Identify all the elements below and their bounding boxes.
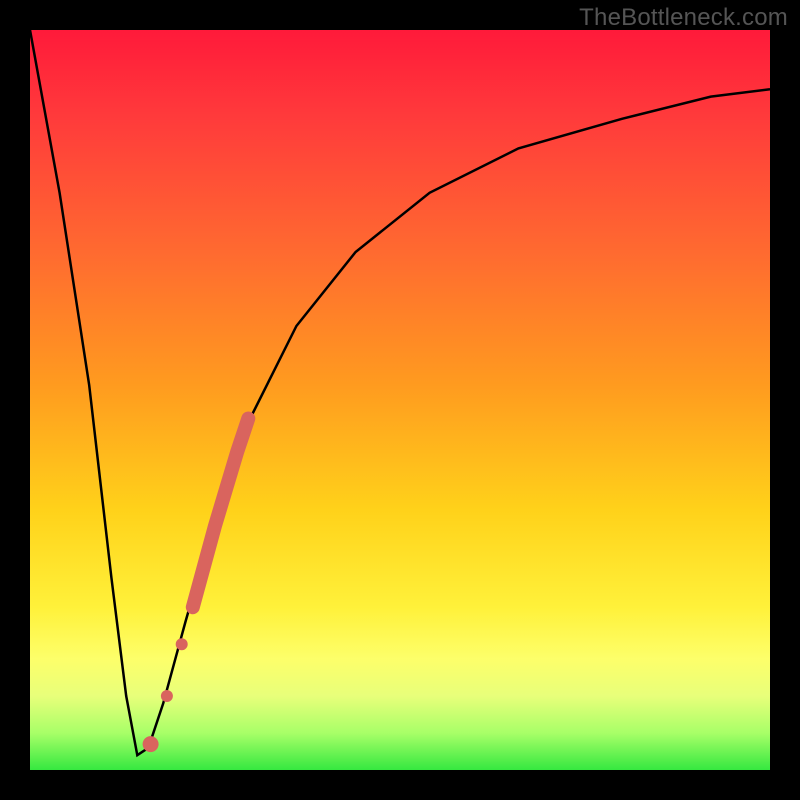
curve-layer: [30, 30, 770, 770]
highlight-dot: [143, 736, 159, 752]
highlight-dot: [161, 690, 173, 702]
highlight-points: [143, 419, 249, 753]
watermark-text: TheBottleneck.com: [579, 4, 788, 32]
chart-frame: TheBottleneck.com: [0, 0, 800, 800]
plot-area: [30, 30, 770, 770]
highlight-segment: [193, 419, 249, 608]
bottleneck-curve: [30, 30, 770, 755]
highlight-dot: [176, 638, 188, 650]
